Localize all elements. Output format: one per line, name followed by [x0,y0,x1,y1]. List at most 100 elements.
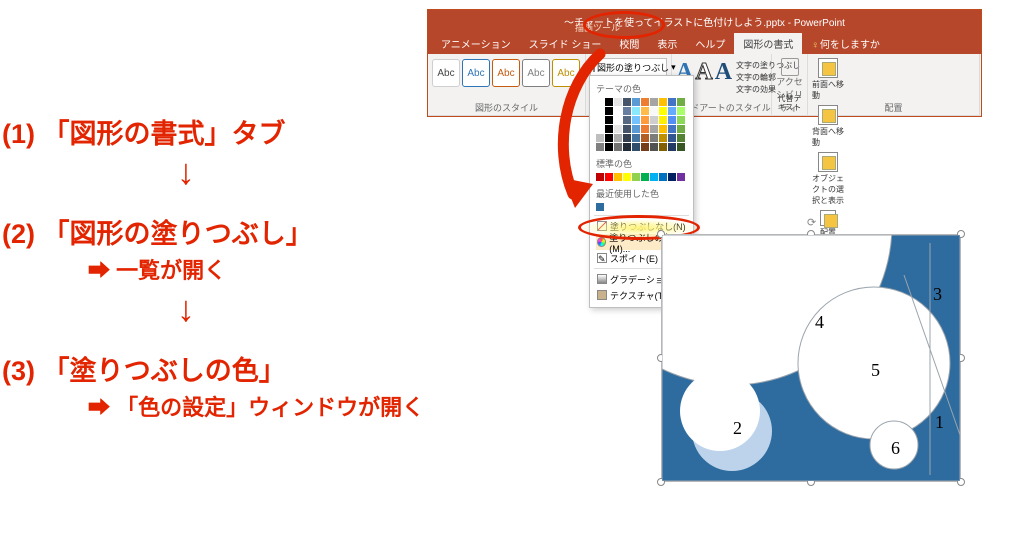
tab-shape-format[interactable]: 図形の書式 [734,33,802,54]
color-swatch[interactable] [659,107,667,115]
color-swatch[interactable] [659,143,667,151]
color-swatch[interactable] [677,134,685,142]
style-preset-3[interactable]: Abc [492,59,520,87]
color-swatch[interactable] [641,116,649,124]
color-swatch[interactable] [632,134,640,142]
color-swatch[interactable] [668,134,676,142]
color-swatch[interactable] [632,173,640,181]
color-swatch[interactable] [623,134,631,142]
slide-canvas[interactable]: ⟳ 1 2 3 4 5 6 [655,222,968,488]
color-swatch[interactable] [605,116,613,124]
tab-slideshow[interactable]: スライド ショー [520,33,611,54]
color-swatch[interactable] [677,98,685,106]
wordart-preset-3[interactable]: A [715,60,732,84]
style-preset-5[interactable]: Abc [552,59,580,87]
color-swatch[interactable] [677,107,685,115]
color-swatch[interactable] [641,173,649,181]
color-swatch[interactable] [668,125,676,133]
color-swatch[interactable] [632,143,640,151]
style-preset-4[interactable]: Abc [522,59,550,87]
color-swatch[interactable] [659,125,667,133]
color-swatch[interactable] [632,98,640,106]
tab-help[interactable]: ヘルプ [686,33,734,54]
color-swatch[interactable] [614,125,622,133]
color-swatch[interactable] [596,203,604,211]
color-swatch[interactable] [596,98,604,106]
color-swatch[interactable] [596,116,604,124]
color-swatch[interactable] [659,173,667,181]
tab-animation[interactable]: アニメーション [432,33,520,54]
region-1: 1 [935,412,944,433]
color-swatch[interactable] [668,107,676,115]
tab-review[interactable]: 校閲 [610,33,648,54]
tab-tell-me[interactable]: ♀何をしますか [802,33,889,54]
shape-style-gallery[interactable]: Abc Abc Abc Abc Abc [432,58,581,87]
color-swatch[interactable] [614,107,622,115]
wordart-preset-2[interactable]: A [695,60,712,84]
alt-text-icon[interactable] [781,58,799,76]
color-swatch[interactable] [650,134,658,142]
color-swatch[interactable] [614,98,622,106]
region-3: 3 [933,284,942,305]
style-preset-1[interactable]: Abc [432,59,460,87]
color-swatch[interactable] [605,143,613,151]
color-swatch[interactable] [677,173,685,181]
color-swatch[interactable] [677,125,685,133]
color-swatch[interactable] [641,98,649,106]
color-swatch[interactable] [605,173,613,181]
color-swatch[interactable] [605,107,613,115]
color-swatch[interactable] [614,173,622,181]
color-swatch[interactable] [677,116,685,124]
color-swatch[interactable] [650,98,658,106]
color-swatch[interactable] [650,173,658,181]
color-swatch[interactable] [623,107,631,115]
color-swatch[interactable] [632,125,640,133]
color-swatch[interactable] [650,125,658,133]
bring-forward-button[interactable]: 前面へ移動 [812,58,844,101]
color-swatch[interactable] [596,125,604,133]
color-swatch[interactable] [605,125,613,133]
color-swatch[interactable] [596,173,604,181]
color-swatch[interactable] [623,125,631,133]
color-swatch[interactable] [650,116,658,124]
color-swatch[interactable] [677,143,685,151]
step-3: (3) 「塗りつぶしの色」 [2,353,424,389]
shape-fill-button[interactable]: 図形の塗りつぶし ▾ [590,58,667,76]
color-swatch[interactable] [641,125,649,133]
theme-color-row [596,98,687,106]
color-swatch[interactable] [596,107,604,115]
fill-button-label: 図形の塗りつぶし [597,61,669,74]
color-swatch[interactable] [605,134,613,142]
color-swatch[interactable] [668,98,676,106]
color-swatch[interactable] [614,134,622,142]
color-swatch[interactable] [659,134,667,142]
color-swatch[interactable] [668,173,676,181]
color-swatch[interactable] [668,143,676,151]
color-swatch[interactable] [641,107,649,115]
color-swatch[interactable] [668,116,676,124]
color-swatch[interactable] [659,98,667,106]
color-swatch[interactable] [632,107,640,115]
color-swatch[interactable] [641,134,649,142]
color-swatch[interactable] [641,143,649,151]
eyedropper-label: スポイト(E) [610,252,658,265]
color-swatch[interactable] [614,116,622,124]
color-swatch[interactable] [650,143,658,151]
color-swatch[interactable] [605,98,613,106]
color-swatch[interactable] [596,134,604,142]
style-preset-2[interactable]: Abc [462,59,490,87]
rotate-handle[interactable]: ⟳ [807,216,817,226]
color-swatch[interactable] [623,173,631,181]
color-swatch[interactable] [614,143,622,151]
color-swatch[interactable] [623,116,631,124]
color-swatch[interactable] [623,143,631,151]
theme-shade-grid [596,107,687,151]
selection-pane-button[interactable]: オブジェクトの選択と表示 [812,152,844,206]
tab-view[interactable]: 表示 [648,33,686,54]
color-swatch[interactable] [632,116,640,124]
color-swatch[interactable] [596,143,604,151]
diagram-shapes[interactable] [662,235,960,481]
color-swatch[interactable] [659,116,667,124]
color-swatch[interactable] [650,107,658,115]
color-swatch[interactable] [623,98,631,106]
